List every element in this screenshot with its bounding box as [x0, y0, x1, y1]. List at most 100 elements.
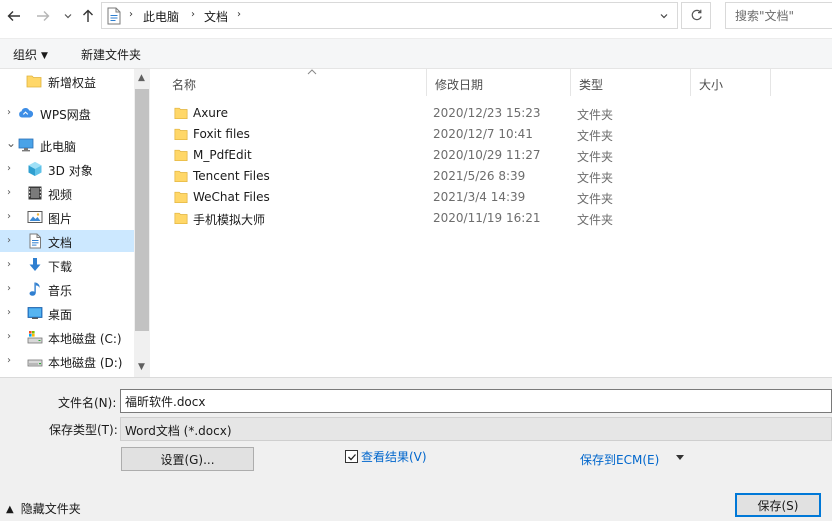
nav-item-label: 本地磁盘 (D:) — [48, 356, 123, 370]
table-row[interactable]: Foxit files 2020/12/7 10:41 文件夹 — [150, 124, 832, 145]
nav-item-label: 新增权益 — [48, 76, 97, 90]
nav-item-label: 音乐 — [48, 284, 73, 298]
nav-item-3d-objects[interactable]: › 3D 对象 — [0, 158, 134, 180]
nav-item-label: 3D 对象 — [48, 164, 93, 178]
organize-menu[interactable]: 组织 ▼ — [13, 46, 48, 63]
nav-item-documents[interactable]: › 文档 — [0, 230, 134, 252]
filetype-label: 保存类型(T): — [49, 423, 118, 437]
chevron-right-icon[interactable]: › — [7, 283, 11, 294]
table-row[interactable]: Axure 2020/12/23 15:23 文件夹 — [150, 103, 832, 124]
back-button[interactable] — [5, 7, 23, 25]
settings-button[interactable]: 设置(G)... — [121, 447, 254, 471]
cloud-icon — [19, 108, 34, 118]
chevron-right-icon[interactable]: › — [7, 355, 11, 366]
new-folder-label: 新建文件夹 — [81, 48, 142, 62]
file-type: 文件夹 — [577, 150, 614, 164]
chevron-right-icon[interactable]: › — [7, 259, 11, 270]
picture-icon — [27, 211, 43, 223]
computer-icon — [18, 138, 34, 152]
nav-item-new-rights[interactable]: 新增权益 — [0, 70, 134, 92]
cube-icon — [28, 162, 42, 176]
nav-item-label: 桌面 — [48, 308, 73, 322]
breadcrumb-this-pc[interactable]: 此电脑 — [143, 8, 179, 25]
nav-item-drive-c[interactable]: › 本地磁盘 (C:) — [0, 326, 134, 348]
column-header-date[interactable]: 修改日期 — [427, 69, 571, 96]
nav-item-desktop[interactable]: › 桌面 — [0, 302, 134, 324]
breadcrumb-documents[interactable]: 文档 — [204, 8, 228, 25]
nav-item-videos[interactable]: › 视频 — [0, 182, 134, 204]
address-bar[interactable]: › 此电脑 › 文档 › — [101, 2, 678, 29]
desktop-icon — [27, 307, 43, 319]
table-row[interactable]: 手机模拟大师 2020/11/19 16:21 文件夹 — [150, 208, 832, 229]
file-type: 文件夹 — [577, 129, 614, 143]
table-row[interactable]: Tencent Files 2021/5/26 8:39 文件夹 — [150, 166, 832, 187]
arrow-up-icon — [83, 9, 93, 22]
chevron-right-icon[interactable]: › — [7, 107, 11, 118]
column-header-type[interactable]: 类型 — [571, 69, 691, 96]
chevron-right-icon[interactable]: › — [7, 307, 11, 318]
file-name: WeChat Files — [193, 190, 270, 204]
document-icon — [29, 233, 41, 249]
column-header-name[interactable]: 名称 — [164, 69, 427, 96]
nav-item-drive-d[interactable]: › 本地磁盘 (D:) — [0, 350, 134, 372]
nav-item-pictures[interactable]: › 图片 — [0, 206, 134, 228]
column-header-size[interactable]: 大小 — [691, 69, 771, 96]
save-form: 文件名(N): 保存类型(T): Word文档 (*.docx) 设置(G)..… — [0, 377, 832, 521]
scroll-down-icon[interactable]: ▼ — [138, 362, 145, 372]
nav-item-label: 此电脑 — [40, 140, 77, 154]
save-to-ecm-link[interactable]: 保存到ECM(E) — [580, 451, 659, 468]
nav-item-downloads[interactable]: › 下载 — [0, 254, 134, 276]
new-folder-button[interactable]: 新建文件夹 — [81, 46, 141, 63]
hide-folders-label: 隐藏文件夹 — [20, 502, 81, 516]
table-row[interactable]: WeChat Files 2021/3/4 14:39 文件夹 — [150, 187, 832, 208]
recent-locations-button[interactable] — [59, 7, 77, 25]
save-button[interactable]: 保存(S) — [735, 493, 821, 517]
scroll-up-icon[interactable]: ▲ — [138, 73, 145, 83]
file-name: 手机模拟大师 — [193, 213, 266, 227]
folder-icon — [26, 75, 42, 88]
table-row[interactable]: M_PdfEdit 2020/10/29 11:27 文件夹 — [150, 145, 832, 166]
view-results-label[interactable]: 查看结果(V) — [361, 448, 427, 465]
chevron-right-icon[interactable]: › — [7, 211, 11, 222]
scrollbar-thumb[interactable] — [135, 89, 149, 331]
nav-item-wps-drive[interactable]: › WPS网盘 — [0, 102, 134, 124]
address-row: › 此电脑 › 文档 › — [0, 0, 832, 32]
view-results-checkbox[interactable] — [345, 450, 358, 463]
nav-item-label: 下载 — [48, 260, 73, 274]
column-header-label: 名称 — [172, 78, 197, 92]
nav-item-label: 文档 — [48, 236, 73, 250]
nav-item-label: 图片 — [48, 212, 73, 226]
nav-item-music[interactable]: › 音乐 — [0, 278, 134, 300]
nav-item-label: 本地磁盘 (C:) — [48, 332, 122, 346]
filename-input[interactable] — [120, 389, 832, 413]
up-button[interactable] — [79, 7, 97, 25]
chevron-down-icon[interactable]: ⌄ — [6, 136, 16, 150]
nav-item-label: 视频 — [48, 188, 73, 202]
system-drive-icon — [27, 331, 43, 344]
nav-scrollbar[interactable]: ▲ ▼ — [134, 69, 150, 377]
search-input[interactable] — [726, 3, 832, 28]
arrow-left-icon — [7, 11, 20, 21]
forward-button[interactable] — [34, 7, 52, 25]
navigation-pane: 新增权益 › WPS网盘 ⌄ 此电脑 › 3D 对象 › 视频 › 图片 › 文… — [0, 69, 134, 377]
chevron-down-icon[interactable] — [659, 11, 669, 21]
hide-folders-toggle[interactable]: ▲ 隐藏文件夹 — [6, 500, 81, 517]
checkmark-icon — [347, 453, 356, 460]
nav-item-this-pc[interactable]: ⌄ 此电脑 — [0, 134, 134, 156]
chevron-right-icon[interactable]: › — [7, 331, 11, 342]
music-icon — [29, 282, 40, 296]
column-header-label: 类型 — [579, 78, 604, 92]
chevron-right-icon[interactable]: › — [7, 163, 11, 174]
file-list: 名称 修改日期 类型 大小 Axure 2020/12/23 15:23 文件夹… — [150, 69, 832, 377]
organize-label: 组织 — [13, 48, 38, 62]
search-box[interactable] — [725, 2, 832, 29]
file-date: 2020/10/29 11:27 — [433, 148, 541, 162]
column-header-label: 大小 — [699, 78, 724, 92]
refresh-button[interactable] — [681, 2, 711, 29]
file-name: M_PdfEdit — [193, 148, 252, 162]
caret-down-icon[interactable] — [676, 455, 684, 460]
chevron-right-icon[interactable]: › — [7, 187, 11, 198]
chevron-right-icon[interactable]: › — [7, 235, 11, 246]
file-name: Axure — [193, 106, 228, 120]
filetype-select[interactable]: Word文档 (*.docx) — [120, 417, 832, 441]
